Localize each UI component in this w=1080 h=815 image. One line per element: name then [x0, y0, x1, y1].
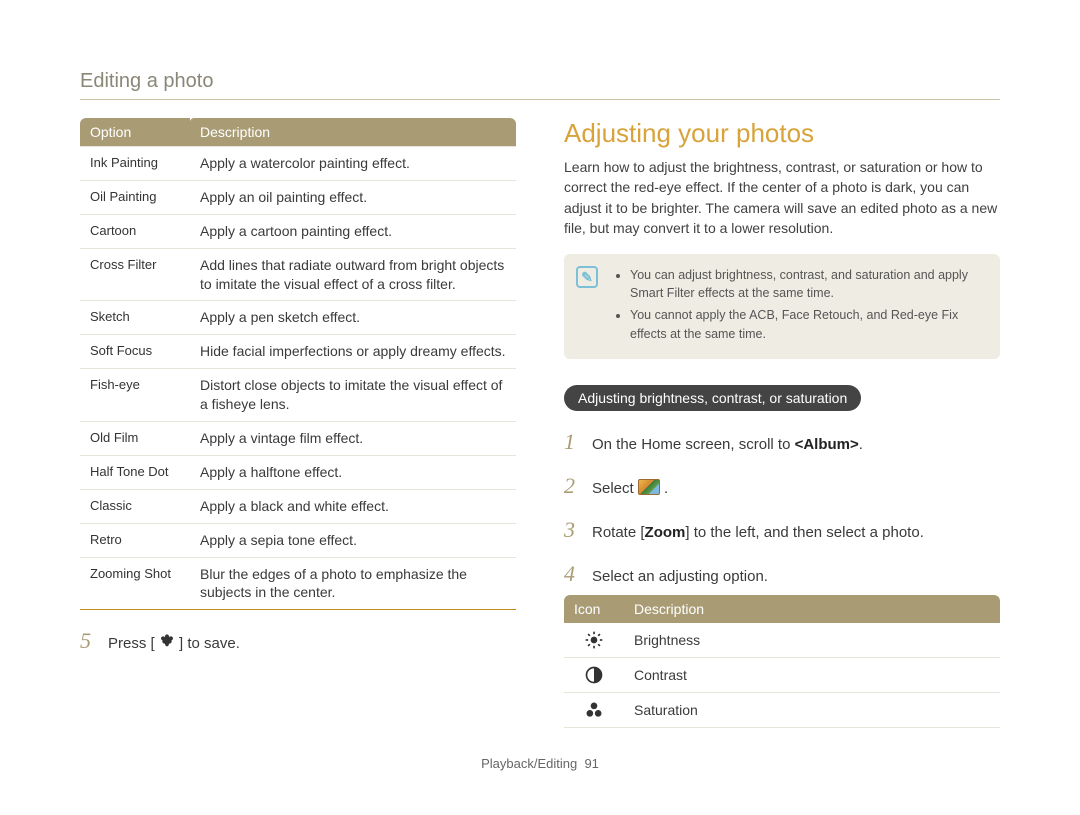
option-name: Oil Painting — [80, 180, 190, 214]
note-icon: ✎ — [576, 266, 598, 288]
note-item: You cannot apply the ACB, Face Retouch, … — [630, 306, 986, 342]
options-table-head-option: Option — [80, 118, 190, 147]
option-description: Apply a pen sketch effect. — [190, 301, 516, 335]
macro-flower-icon — [159, 633, 175, 652]
option-name: Old Film — [80, 422, 190, 456]
options-table: Option Description Ink PaintingApply a w… — [80, 118, 516, 610]
saturation-icon — [564, 692, 624, 727]
footer-page-number: 91 — [584, 756, 598, 771]
step-2-post: . — [664, 480, 668, 497]
table-row: Old FilmApply a vintage film effect. — [80, 422, 516, 456]
option-description: Apply a sepia tone effect. — [190, 523, 516, 557]
step-number: 4 — [564, 561, 582, 587]
page-footer: Playback/Editing 91 — [80, 756, 1000, 771]
step-4-text: Select an adjusting option. — [592, 568, 768, 585]
icon-table-head-icon: Icon — [564, 595, 624, 623]
icon-description: Saturation — [624, 692, 1000, 727]
option-description: Apply a halftone effect. — [190, 455, 516, 489]
album-thumbnail-icon — [638, 479, 660, 495]
brightness-icon — [564, 623, 624, 658]
step-4: 4 Select an adjusting option. — [564, 561, 1000, 587]
step-3-text: Rotate [Zoom] to the left, and then sele… — [592, 524, 924, 541]
option-description: Apply a cartoon painting effect. — [190, 214, 516, 248]
step-number: 2 — [564, 473, 582, 499]
table-row: Ink PaintingApply a watercolor painting … — [80, 147, 516, 181]
option-description: Apply a black and white effect. — [190, 489, 516, 523]
step-3: 3 Rotate [Zoom] to the left, and then se… — [564, 517, 1000, 543]
option-description: Apply a watercolor painting effect. — [190, 147, 516, 181]
option-name: Cross Filter — [80, 248, 190, 301]
option-description: Blur the edges of a photo to emphasize t… — [190, 557, 516, 610]
icon-description: Brightness — [624, 623, 1000, 658]
step-number: 5 — [80, 628, 98, 654]
table-row: RetroApply a sepia tone effect. — [80, 523, 516, 557]
table-row: Half Tone DotApply a halftone effect. — [80, 455, 516, 489]
note-box: ✎ You can adjust brightness, contrast, a… — [564, 254, 1000, 359]
table-row: CartoonApply a cartoon painting effect. — [80, 214, 516, 248]
option-name: Classic — [80, 489, 190, 523]
step-1: 1 On the Home screen, scroll to <Album>. — [564, 429, 1000, 455]
option-name: Fish-eye — [80, 369, 190, 422]
table-row: Contrast — [564, 657, 1000, 692]
step-5-suffix: ] to save. — [179, 635, 240, 652]
step-5: 5 Press [ ] to save. — [80, 628, 516, 654]
left-column: Option Description Ink PaintingApply a w… — [80, 118, 516, 728]
step-2-text: Select . — [592, 479, 668, 497]
step-number: 1 — [564, 429, 582, 455]
option-name: Half Tone Dot — [80, 455, 190, 489]
option-description: Add lines that radiate outward from brig… — [190, 248, 516, 301]
option-name: Ink Painting — [80, 147, 190, 181]
option-name: Sketch — [80, 301, 190, 335]
option-description: Apply a vintage film effect. — [190, 422, 516, 456]
table-row: Zooming ShotBlur the edges of a photo to… — [80, 557, 516, 610]
note-item: You can adjust brightness, contrast, and… — [630, 266, 986, 302]
table-row: Cross FilterAdd lines that radiate outwa… — [80, 248, 516, 301]
option-name: Cartoon — [80, 214, 190, 248]
step-1-pre: On the Home screen, scroll to — [592, 436, 795, 453]
option-name: Zooming Shot — [80, 557, 190, 610]
adjusting-intro: Learn how to adjust the brightness, cont… — [564, 157, 1000, 238]
step-3-post: ] to the left, and then select a photo. — [685, 524, 924, 541]
step-3-bold: Zoom — [645, 524, 686, 541]
icon-description: Contrast — [624, 657, 1000, 692]
contrast-icon — [564, 657, 624, 692]
table-row: ClassicApply a black and white effect. — [80, 489, 516, 523]
page-title: Editing a photo — [80, 70, 1000, 100]
adjusting-heading: Adjusting your photos — [564, 118, 1000, 149]
step-2: 2 Select . — [564, 473, 1000, 499]
icon-table-head-desc: Description — [624, 595, 1000, 623]
step-3-pre: Rotate [ — [592, 524, 645, 541]
option-description: Distort close objects to imitate the vis… — [190, 369, 516, 422]
options-table-head-desc: Description — [190, 118, 516, 147]
icon-table: Icon Description BrightnessContrastSatur… — [564, 595, 1000, 728]
subheading-pill: Adjusting brightness, contrast, or satur… — [564, 385, 861, 411]
step-5-prefix: Press [ — [108, 635, 155, 652]
step-1-bold: <Album> — [795, 436, 859, 453]
step-number: 3 — [564, 517, 582, 543]
table-row: SketchApply a pen sketch effect. — [80, 301, 516, 335]
table-row: Saturation — [564, 692, 1000, 727]
option-name: Retro — [80, 523, 190, 557]
right-column: Adjusting your photos Learn how to adjus… — [564, 118, 1000, 728]
table-row: Soft FocusHide facial imperfections or a… — [80, 335, 516, 369]
step-5-text: Press [ ] to save. — [108, 633, 240, 652]
table-row: Brightness — [564, 623, 1000, 658]
option-name: Soft Focus — [80, 335, 190, 369]
option-description: Hide facial imperfections or apply dream… — [190, 335, 516, 369]
footer-section: Playback/Editing — [481, 756, 577, 771]
note-list: You can adjust brightness, contrast, and… — [614, 266, 986, 343]
step-2-pre: Select — [592, 480, 638, 497]
step-1-post: . — [859, 436, 863, 453]
table-row: Fish-eyeDistort close objects to imitate… — [80, 369, 516, 422]
table-row: Oil PaintingApply an oil painting effect… — [80, 180, 516, 214]
step-1-text: On the Home screen, scroll to <Album>. — [592, 436, 863, 453]
option-description: Apply an oil painting effect. — [190, 180, 516, 214]
